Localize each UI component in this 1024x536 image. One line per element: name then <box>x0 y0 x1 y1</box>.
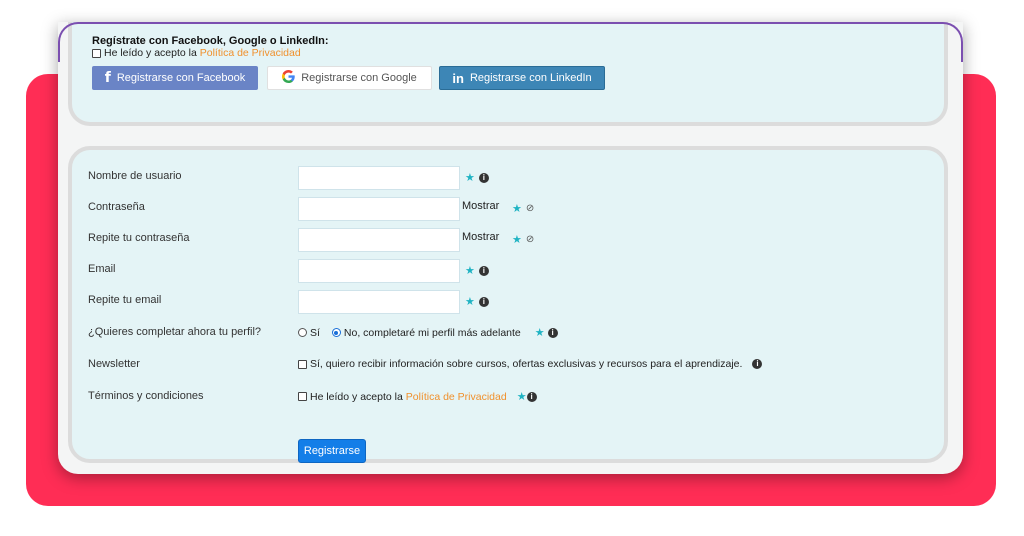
password-show-button[interactable]: Mostrar <box>462 200 499 212</box>
email-repeat-indicators: ★ i <box>465 295 489 308</box>
info-icon[interactable]: i <box>478 172 489 183</box>
register-submit-button[interactable]: Registrarse <box>298 439 366 463</box>
info-icon[interactable]: i <box>526 391 537 402</box>
linkedin-button-label: Registrarse con LinkedIn <box>469 72 592 84</box>
newsletter-text: Sí, quiero recibir información sobre cur… <box>310 358 743 370</box>
password-repeat-input[interactable] <box>298 228 460 252</box>
password-repeat-indicators: ★ ⊘ <box>512 233 534 246</box>
required-star-icon: ★ <box>512 203 522 215</box>
username-row: Nombre de usuario ★ i <box>88 166 938 190</box>
required-star-icon: ★ <box>465 296 475 308</box>
terms-row: Términos y condiciones He leído y acepto… <box>88 386 938 410</box>
social-privacy-text: He leído y acepto la <box>104 47 197 59</box>
terms-text: He leído y acepto la <box>310 390 403 403</box>
facebook-register-button[interactable]: f Registrarse con Facebook <box>92 66 258 90</box>
google-register-button[interactable]: Registrarse con Google <box>267 66 432 90</box>
username-label: Nombre de usuario <box>88 170 182 182</box>
eye-slash-icon[interactable]: ⊘ <box>526 203 534 214</box>
info-icon[interactable]: i <box>478 296 489 307</box>
registration-card: Regístrate con Facebook, Google o Linked… <box>58 22 963 474</box>
password-label: Contraseña <box>88 201 145 213</box>
linkedin-icon: in <box>452 70 464 86</box>
password-repeat-row: Repite tu contraseña Mostrar ★ ⊘ <box>88 228 938 252</box>
password-input[interactable] <box>298 197 460 221</box>
terms-checkbox-row[interactable]: He leído y acepto la Política de Privaci… <box>298 390 537 403</box>
password-row: Contraseña Mostrar ★ ⊘ <box>88 197 938 221</box>
profile-no-label: No, completaré mi perfil más adelante <box>343 326 521 339</box>
social-title: Regístrate con Facebook, Google o Linked… <box>92 35 329 47</box>
profile-no-radio[interactable] <box>331 328 341 337</box>
profile-row: ¿Quieres completar ahora tu perfil? Sí N… <box>88 322 938 346</box>
terms-label: Términos y condiciones <box>88 390 204 402</box>
email-repeat-label: Repite tu email <box>88 294 162 306</box>
required-star-icon: ★ <box>516 391 527 403</box>
email-label: Email <box>88 263 116 275</box>
profile-label: ¿Quieres completar ahora tu perfil? <box>88 326 262 338</box>
email-repeat-row: Repite tu email ★ i <box>88 290 938 314</box>
required-star-icon: ★ <box>465 265 475 277</box>
newsletter-label: Newsletter <box>88 358 140 370</box>
terms-checkbox[interactable] <box>298 392 307 401</box>
profile-radio-group: Sí No, completaré mi perfil más adelante… <box>298 326 558 339</box>
google-icon <box>282 70 295 86</box>
username-indicators: ★ i <box>465 171 489 184</box>
social-privacy-checkbox-row[interactable]: He leído y acepto la Política de Privaci… <box>92 47 301 59</box>
newsletter-checkbox[interactable] <box>298 359 307 369</box>
newsletter-row: Newsletter Sí, quiero recibir informació… <box>88 354 938 378</box>
google-button-label: Registrarse con Google <box>301 72 417 84</box>
social-login-panel: Regístrate con Facebook, Google o Linked… <box>68 22 948 126</box>
stage: Regístrate con Facebook, Google o Linked… <box>0 0 1024 536</box>
password-repeat-label: Repite tu contraseña <box>88 232 190 244</box>
required-star-icon: ★ <box>534 327 545 339</box>
required-star-icon: ★ <box>465 172 475 184</box>
registration-form-panel: Nombre de usuario ★ i Contraseña Mostrar… <box>68 146 948 463</box>
email-indicators: ★ i <box>465 264 489 277</box>
linkedin-register-button[interactable]: in Registrarse con LinkedIn <box>439 66 605 90</box>
info-icon[interactable]: i <box>547 327 558 338</box>
social-privacy-checkbox[interactable] <box>92 48 101 58</box>
info-icon[interactable]: i <box>752 359 763 369</box>
facebook-button-label: Registrarse con Facebook <box>116 72 246 84</box>
password-repeat-show-button[interactable]: Mostrar <box>462 231 499 243</box>
email-input[interactable] <box>298 259 460 283</box>
social-privacy-link[interactable]: Política de Privacidad <box>200 47 301 59</box>
required-star-icon: ★ <box>512 234 522 246</box>
password-indicators: ★ ⊘ <box>512 202 534 215</box>
username-input[interactable] <box>298 166 460 190</box>
profile-yes-radio[interactable] <box>298 328 307 337</box>
email-repeat-input[interactable] <box>298 290 460 314</box>
email-row: Email ★ i <box>88 259 938 283</box>
info-icon[interactable]: i <box>478 265 489 276</box>
facebook-icon: f <box>104 70 111 86</box>
eye-slash-icon[interactable]: ⊘ <box>526 234 534 245</box>
newsletter-checkbox-row[interactable]: Sí, quiero recibir información sobre cur… <box>298 358 763 370</box>
terms-privacy-link[interactable]: Política de Privacidad <box>406 391 507 403</box>
profile-yes-label: Sí <box>310 326 320 339</box>
